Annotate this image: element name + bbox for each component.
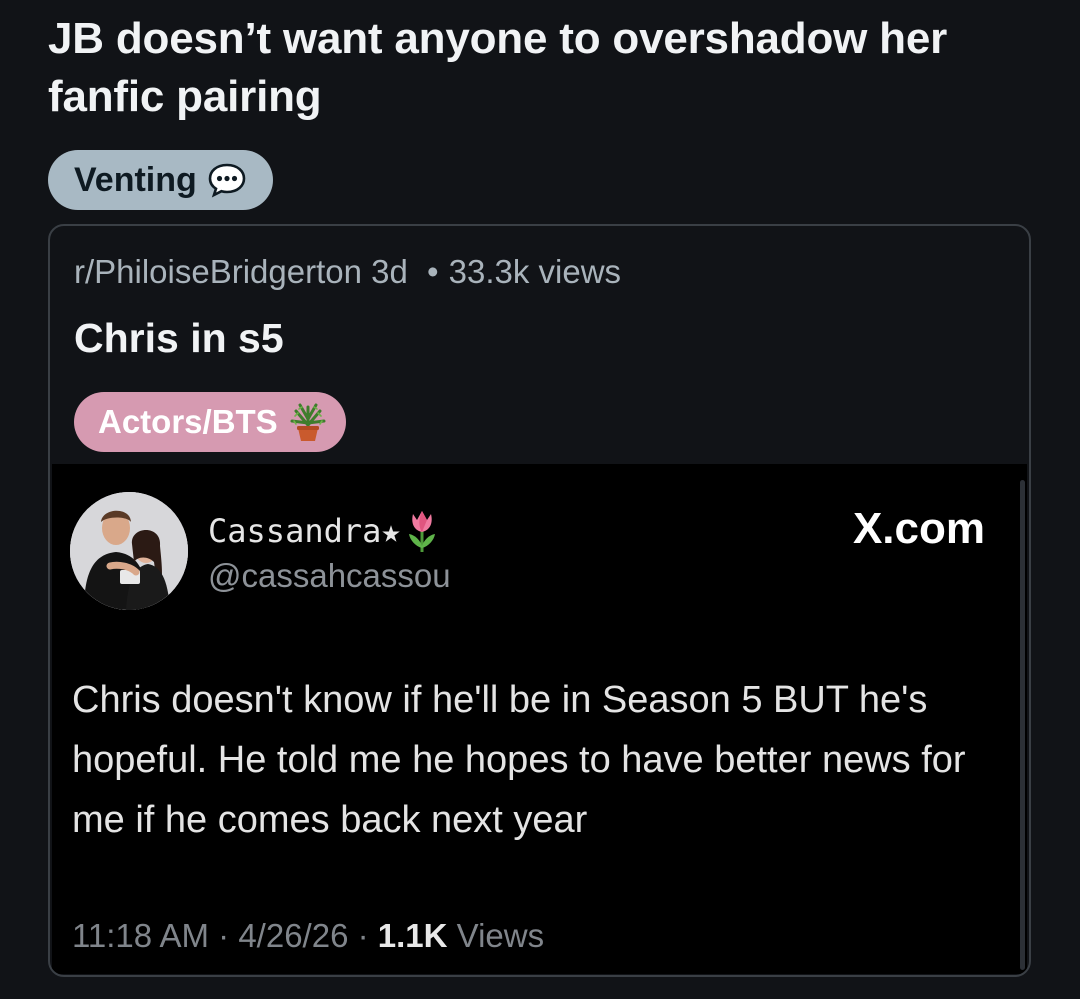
- avatar-photo: [70, 492, 188, 610]
- tulip-icon: [408, 511, 435, 552]
- user-handle[interactable]: @cassahcassou: [208, 556, 451, 596]
- display-name[interactable]: Cassandra★: [208, 508, 439, 554]
- x-site-label: X.com: [852, 504, 985, 553]
- potted-plant-icon: [290, 403, 326, 441]
- speech-bubble-icon: [208, 163, 246, 198]
- tweet-footer: 11:18 AM · 4/26/26 · 1.1K Views: [72, 916, 544, 956]
- tweet-text: Chris doesn't know if he'll be in Season…: [72, 679, 966, 841]
- reddit-post-page: JB doesn’t want anyone to overshadow her…: [0, 0, 1080, 999]
- view-count: 33.3k views: [448, 253, 622, 290]
- crosspost-card[interactable]: r/PhiloiseBridgerton 3d • 33.3k views Chr…: [48, 224, 1031, 977]
- display-name-text: Cassandra★: [208, 512, 401, 550]
- scrollbar[interactable]: [1020, 480, 1025, 970]
- post-age: 3d: [371, 253, 408, 290]
- venting-flair-label: Venting: [74, 161, 197, 199]
- crosspost-title[interactable]: Chris in s5: [74, 312, 284, 364]
- crosspost-meta: r/PhiloiseBridgerton 3d • 33.3k views: [74, 252, 621, 292]
- actors-flair[interactable]: Actors/BTS: [74, 392, 346, 452]
- footer-separator: ·: [357, 917, 369, 954]
- tweet-time: 11:18 AM: [72, 917, 209, 954]
- venting-flair[interactable]: Venting: [48, 150, 273, 210]
- post-title[interactable]: JB doesn’t want anyone to overshadow her…: [48, 10, 1048, 126]
- tweet-views-label: Views: [456, 917, 545, 954]
- tweet-screenshot[interactable]: Cassandra★ @cassahcassou X.com Chris doe…: [52, 464, 1027, 974]
- tweet-views-count: 1.1K: [377, 917, 448, 954]
- subreddit-link[interactable]: r/PhiloiseBridgerton: [74, 253, 362, 290]
- avatar[interactable]: [70, 492, 188, 610]
- actors-flair-label: Actors/BTS: [98, 403, 278, 440]
- footer-separator: ·: [218, 917, 230, 954]
- meta-separator: •: [427, 253, 439, 290]
- tweet-date: 4/26/26: [238, 917, 349, 954]
